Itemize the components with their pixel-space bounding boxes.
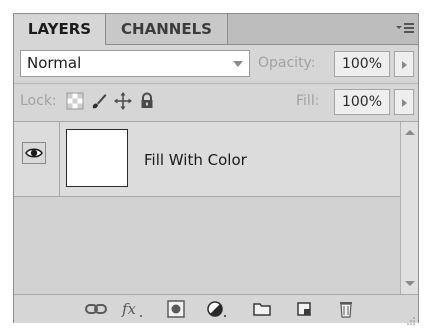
blend-mode-value: Normal	[27, 54, 82, 72]
lock-all-icon[interactable]	[138, 92, 156, 110]
triangle-right-icon	[402, 61, 407, 69]
triangle-right-icon	[402, 99, 407, 107]
layer-style-fx-icon[interactable]: fx	[120, 299, 144, 319]
resize-grip-icon[interactable]	[406, 311, 416, 325]
eye-icon[interactable]	[22, 142, 46, 164]
tab-channels[interactable]: CHANNELS	[106, 14, 228, 44]
tab-layers[interactable]: LAYERS	[14, 14, 106, 45]
panel-menu-icon[interactable]	[394, 18, 416, 38]
blend-opacity-row: Normal Opacity: 100%	[14, 45, 418, 84]
fill-label: Fill:	[296, 93, 320, 109]
delete-layer-icon[interactable]	[334, 299, 358, 319]
fill-slider-button[interactable]	[394, 89, 414, 115]
opacity-input[interactable]: 100%	[334, 51, 390, 77]
chevron-down-icon	[233, 61, 243, 67]
lock-transparent-pixels-icon[interactable]	[66, 92, 84, 110]
panel-tab-bar: LAYERS CHANNELS	[14, 14, 418, 45]
opacity-label: Opacity:	[258, 55, 316, 71]
scroll-down-arrow-icon[interactable]	[405, 281, 415, 286]
layer-name[interactable]: Fill With Color	[144, 151, 247, 169]
layer-thumbnail[interactable]	[66, 129, 128, 187]
svg-text:fx: fx	[121, 300, 137, 318]
scroll-up-arrow-icon[interactable]	[405, 130, 415, 135]
new-group-icon[interactable]	[250, 299, 274, 319]
layer-mask-icon[interactable]	[164, 299, 188, 319]
fill-input[interactable]: 100%	[334, 89, 390, 115]
new-layer-icon[interactable]	[292, 299, 316, 319]
lock-fill-row: Lock: Fill: 100%	[14, 84, 418, 122]
layers-panel: LAYERS CHANNELS Normal Opacity: 100% Loc…	[13, 13, 419, 325]
link-layers-icon[interactable]	[84, 299, 108, 319]
lock-image-pixels-icon[interactable]	[90, 92, 108, 110]
layer-row[interactable]: Fill With Color	[14, 122, 400, 197]
blend-mode-select[interactable]: Normal	[20, 50, 250, 77]
layers-toolbar: fx	[14, 294, 418, 325]
layer-list-scrollbar[interactable]	[400, 122, 418, 294]
visibility-cell[interactable]	[14, 122, 60, 196]
opacity-slider-button[interactable]	[394, 51, 414, 77]
layer-list: Fill With Color	[14, 122, 400, 294]
lock-label: Lock:	[20, 93, 57, 109]
lock-position-icon[interactable]	[114, 92, 132, 110]
adjustment-layer-icon[interactable]	[204, 299, 228, 319]
